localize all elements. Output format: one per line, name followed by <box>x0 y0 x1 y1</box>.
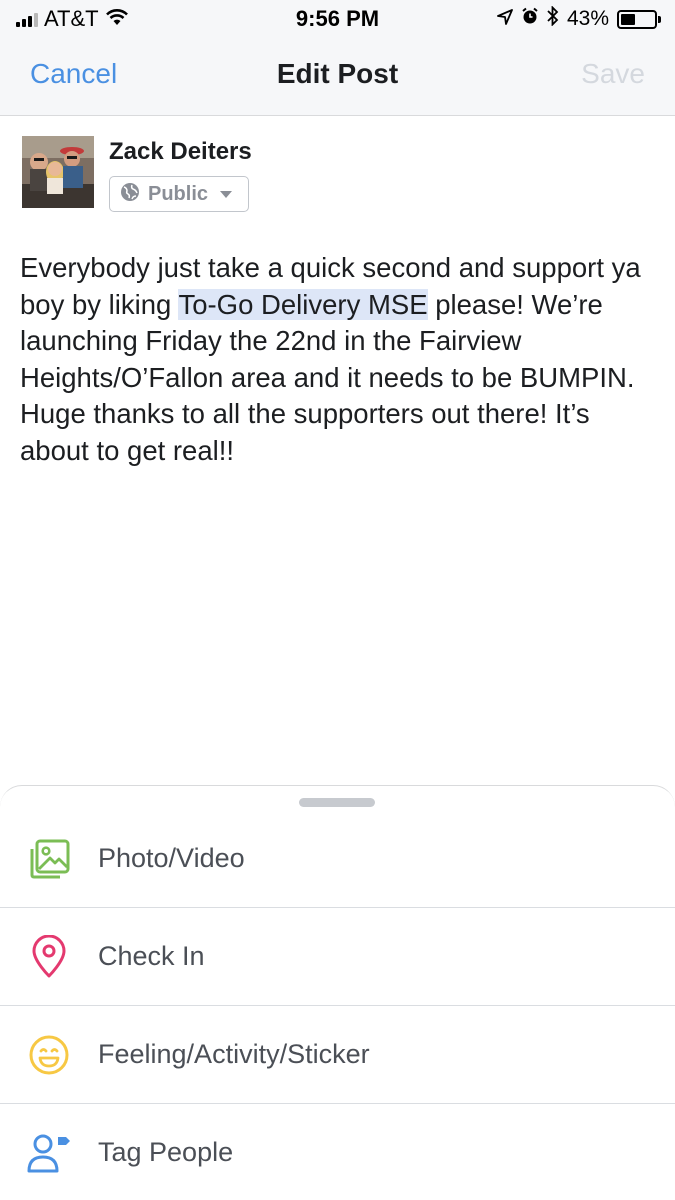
privacy-label: Public <box>148 182 209 205</box>
tag-people-option[interactable]: Tag People <box>0 1104 675 1200</box>
avatar <box>22 136 94 208</box>
author-header: Zack Deiters Public <box>22 136 652 216</box>
status-right: 43% <box>497 5 661 32</box>
feeling-activity-option[interactable]: Feeling/Activity/Sticker <box>0 1006 675 1104</box>
check-in-label: Check In <box>98 941 205 971</box>
nav-bar: Cancel Edit Post Save <box>0 38 675 116</box>
tag-people-icon <box>26 1130 72 1176</box>
privacy-selector[interactable]: Public <box>109 176 249 212</box>
battery-icon <box>617 9 661 29</box>
page-mention[interactable]: To-Go Delivery MSE <box>178 288 428 320</box>
chevron-down-icon <box>220 190 233 198</box>
location-pin-icon <box>26 934 72 980</box>
sheet-drag-handle[interactable] <box>299 798 375 807</box>
photo-video-option[interactable]: Photo/Video <box>0 810 675 908</box>
tag-people-label: Tag People <box>98 1137 234 1167</box>
photo-video-icon <box>26 836 72 882</box>
feeling-activity-label: Feeling/Activity/Sticker <box>98 1039 370 1069</box>
cancel-button[interactable]: Cancel <box>30 58 117 90</box>
options-sheet: Photo/Video Check In Feeling/Activity/St… <box>0 785 675 1200</box>
photo-video-label: Photo/Video <box>98 843 245 873</box>
location-icon <box>497 7 513 31</box>
status-bar: AT&T 9:56 PM 43% <box>0 0 675 38</box>
smiley-icon <box>26 1032 72 1078</box>
post-text-editor[interactable]: Everybody just take a quick second and s… <box>20 250 660 469</box>
save-button[interactable]: Save <box>581 58 645 90</box>
bluetooth-icon <box>547 5 559 32</box>
check-in-option[interactable]: Check In <box>0 908 675 1006</box>
alarm-icon <box>521 7 539 31</box>
author-name: Zack Deiters <box>109 138 252 165</box>
globe-icon <box>120 182 140 207</box>
battery-percent: 43% <box>566 7 609 30</box>
